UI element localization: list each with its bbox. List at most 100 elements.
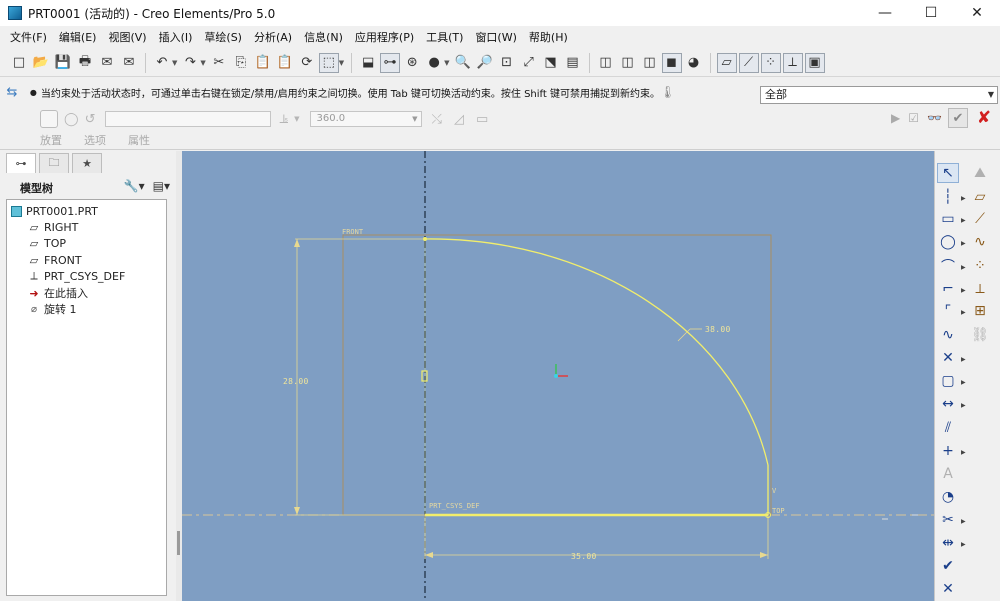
menu-tools[interactable]: 工具(T) (420, 28, 469, 48)
radius-dimension[interactable]: 38.00 (705, 325, 731, 334)
tree-item-insert-here[interactable]: ➜ 在此插入 (27, 285, 88, 301)
pause-icon[interactable]: ▶ (891, 111, 900, 125)
chevron-right-icon[interactable]: ▶ (961, 217, 966, 224)
remove-material-icon[interactable]: ◿ (454, 112, 464, 127)
analysis-tool-icon[interactable]: ⊞ (969, 301, 991, 321)
angle-value-input[interactable]: 360.0 ▼ (309, 111, 422, 127)
centerline-icon[interactable]: ┆ (937, 187, 959, 207)
selection-box-icon[interactable]: ⬚ (318, 52, 339, 73)
text-icon[interactable]: A (937, 464, 959, 484)
splitter-grip[interactable] (177, 531, 180, 555)
no-hidden-icon[interactable]: ◫ (640, 53, 660, 73)
sketch-view-icon[interactable]: ⬓ (358, 53, 378, 73)
width-dimension[interactable]: 35.00 (571, 552, 597, 561)
new-file-icon[interactable]: □ (9, 53, 29, 73)
close-button[interactable]: ✕ (954, 0, 1000, 26)
reorient-icon[interactable]: ⤢ (519, 53, 539, 73)
fillet-icon[interactable]: ⌐ (937, 279, 959, 299)
chevron-right-icon[interactable]: ▶ (961, 518, 966, 525)
datum-points-icon[interactable]: ⁘ (760, 52, 781, 73)
chevron-right-icon[interactable]: ▶ (961, 402, 966, 409)
vertex-point[interactable] (423, 237, 427, 241)
circle-icon[interactable]: ◯ (937, 232, 959, 252)
angle-type-dropdown-icon[interactable]: ▼ (294, 115, 299, 123)
open-file-icon[interactable]: 📂 (31, 53, 51, 73)
rectangle-icon[interactable]: ▭ (937, 209, 959, 229)
point-icon[interactable]: ✕ (937, 348, 959, 368)
tree-root[interactable]: PRT0001.PRT (11, 203, 98, 219)
csys-tool-icon[interactable]: ⟂ (969, 279, 991, 299)
minimize-button[interactable]: — (862, 0, 908, 26)
tree-item-csys[interactable]: ⟂ PRT_CSYS_DEF (27, 268, 125, 284)
glasses-preview-icon[interactable]: 👓 (927, 111, 942, 125)
modify-icon[interactable]: ⫽ (937, 418, 959, 438)
regenerate-icon[interactable]: ⟳ (297, 53, 317, 73)
tab-properties[interactable]: 属性 (128, 132, 150, 148)
menu-applications[interactable]: 应用程序(P) (349, 28, 420, 48)
save-icon[interactable]: 💾 (53, 53, 73, 73)
saved-views-icon[interactable]: ⬔ (541, 53, 561, 73)
datum-plane-tool-icon[interactable]: ▱ (969, 187, 991, 207)
layers-icon[interactable]: ▤ (563, 53, 583, 73)
wireframe-icon[interactable]: ◫ (596, 53, 616, 73)
print-icon[interactable]: 🖶 (75, 53, 95, 73)
appearance-dropdown-icon[interactable]: ▼ (444, 59, 449, 67)
render-icon[interactable]: ◕ (684, 53, 704, 73)
chevron-right-icon[interactable]: ▶ (961, 264, 966, 271)
cancel-button[interactable]: ✘ (974, 108, 994, 128)
axis-reference-field[interactable] (105, 111, 272, 127)
selection-filter-select[interactable]: 全部 ▼ (760, 86, 998, 104)
zoom-out-icon[interactable]: 🔎 (475, 53, 495, 73)
spline-icon[interactable]: ∿ (937, 325, 959, 345)
select-arrow-icon[interactable]: ↖ (937, 163, 959, 183)
solid-type-icon[interactable] (40, 110, 58, 128)
menu-help[interactable]: 帮助(H) (523, 28, 574, 48)
copy-icon[interactable]: ⎘ (231, 53, 251, 73)
undo-dropdown-icon[interactable]: ▼ (172, 59, 177, 67)
hidden-line-icon[interactable]: ◫ (618, 53, 638, 73)
chevron-right-icon[interactable]: ▶ (961, 541, 966, 548)
menu-file[interactable]: 文件(F) (4, 28, 53, 48)
selection-dropdown-icon[interactable]: ▼ (339, 59, 344, 67)
tree-item-right[interactable]: ▱ RIGHT (27, 219, 79, 235)
chevron-right-icon[interactable]: ▶ (961, 309, 966, 316)
csys-display-icon[interactable]: ⟂ (782, 52, 803, 73)
mirror-icon[interactable]: ⇹ (937, 533, 959, 553)
tree-item-revolve[interactable]: ⌀ 旋转 1 (27, 301, 77, 317)
tree-show-icon[interactable]: ▤▾ (153, 179, 170, 193)
tree-settings-icon[interactable]: 🔧▾ (124, 179, 145, 193)
chamfer-icon[interactable]: ⌜ (937, 301, 959, 321)
menu-info[interactable]: 信息(N) (298, 28, 349, 48)
chevron-right-icon[interactable]: ▶ (961, 356, 966, 363)
email-link-icon[interactable]: ✉ (119, 53, 139, 73)
refit-icon[interactable]: ⊡ (497, 53, 517, 73)
annotation-display-icon[interactable]: ▣ (804, 52, 825, 73)
cut-icon[interactable]: ✂ (209, 53, 229, 73)
chevron-right-icon[interactable]: ▶ (961, 195, 966, 202)
shading-icon[interactable]: ◼ (661, 52, 682, 73)
use-edge-icon[interactable]: ▢ (937, 371, 959, 391)
menu-sketch[interactable]: 草绘(S) (198, 28, 248, 48)
email-icon[interactable]: ✉ (97, 53, 117, 73)
favorites-tab-icon[interactable]: ★ (72, 153, 102, 173)
menu-analysis[interactable]: 分析(A) (248, 28, 298, 48)
dimension-icon[interactable]: ↔ (937, 394, 959, 414)
datum-point-tool-icon[interactable]: ⁘ (969, 256, 991, 276)
maximize-button[interactable]: ☐ (908, 0, 954, 26)
paste-icon[interactable]: 📋 (253, 53, 273, 73)
sketch-arc[interactable] (424, 238, 769, 466)
paste-special-icon[interactable]: 📋 (275, 53, 295, 73)
chevron-right-icon[interactable]: ▶ (961, 449, 966, 456)
flip-direction-icon[interactable]: ⤯ (432, 112, 442, 127)
arc-icon[interactable]: ⌒ (937, 256, 959, 276)
chevron-right-icon[interactable]: ▶ (961, 379, 966, 386)
sketch-icon[interactable]: ↺ (85, 112, 96, 127)
display-settings-icon[interactable]: ⊛ (402, 53, 422, 73)
zoom-in-icon[interactable]: 🔍 (453, 53, 473, 73)
tree-item-top[interactable]: ▱ TOP (27, 235, 66, 251)
sketch-canvas[interactable] (182, 151, 934, 601)
angle-type-icon[interactable]: ⫡ (279, 112, 288, 127)
tab-options[interactable]: 选项 (84, 132, 106, 148)
surface-type-icon[interactable]: ◯ (64, 112, 79, 127)
redo-icon[interactable]: ↷ (180, 53, 200, 73)
